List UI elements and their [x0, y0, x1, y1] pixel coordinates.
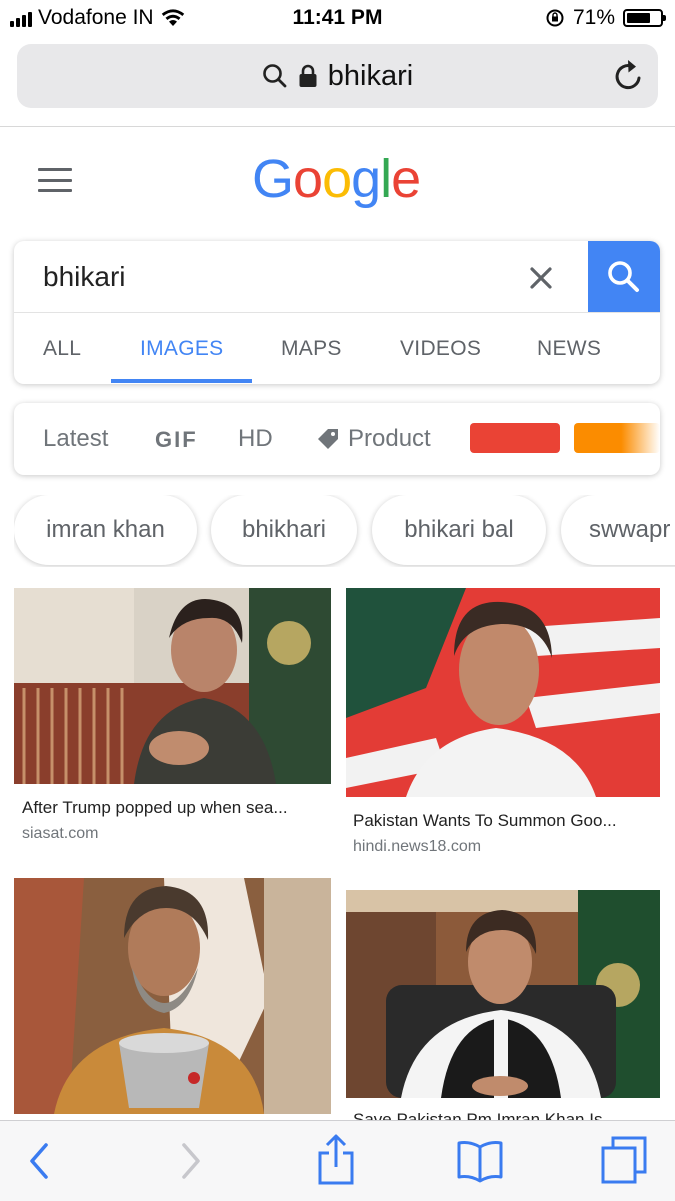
address-bar-content: bhikari — [17, 44, 658, 108]
logo-letter: l — [380, 149, 392, 209]
status-right: 71% — [545, 6, 666, 30]
lock-icon — [299, 64, 317, 87]
reload-icon[interactable] — [612, 58, 646, 94]
logo-letter: e — [391, 149, 421, 209]
logo-letter: G — [252, 149, 294, 209]
orientation-lock-icon — [546, 9, 564, 27]
tabs-icon[interactable] — [600, 1135, 648, 1185]
color-filter-orange[interactable] — [574, 423, 660, 453]
share-icon[interactable] — [316, 1133, 356, 1187]
suggestion-chip[interactable]: imran khan — [14, 495, 197, 565]
browser-address-area: bhikari — [0, 38, 675, 127]
browser-toolbar — [0, 1120, 675, 1201]
battery-icon — [623, 9, 666, 27]
filter-product[interactable]: Product — [316, 425, 431, 453]
result-image[interactable] — [14, 588, 331, 784]
result-source: siasat.com — [22, 825, 99, 842]
filter-bar: Latest GIF HD Product — [14, 403, 660, 475]
tab-news[interactable]: NEWS — [537, 337, 601, 361]
search-icon — [262, 64, 287, 88]
result-image[interactable] — [346, 890, 660, 1098]
filter-gif[interactable]: GIF — [155, 427, 198, 453]
tab-images[interactable]: IMAGES — [140, 337, 223, 361]
filter-hd[interactable]: HD — [238, 425, 273, 453]
status-bar: Vodafone IN 11:41 PM 71% — [0, 0, 675, 38]
filter-latest[interactable]: Latest — [43, 425, 108, 453]
image-result[interactable]: After Trump popped up when sea... siasat… — [14, 588, 331, 850]
result-image[interactable] — [346, 588, 660, 797]
result-title[interactable]: After Trump popped up when sea... — [22, 798, 288, 818]
image-result[interactable]: Save Pakistan Pm Imran Khan Is — [346, 890, 660, 1129]
suggestion-chips: imran khan bhikhari bhikari bal swwapr — [14, 495, 675, 567]
tab-all[interactable]: ALL — [43, 337, 81, 361]
suggestion-chip[interactable]: bhikhari — [211, 495, 357, 565]
forward-icon[interactable] — [176, 1139, 206, 1183]
search-row: bhikari — [14, 241, 660, 313]
result-source: hindi.news18.com — [353, 838, 482, 855]
logo-letter: g — [351, 149, 381, 209]
search-icon — [608, 260, 639, 292]
tag-icon — [318, 429, 338, 449]
logo-letter: o — [293, 149, 323, 209]
battery-percent: 71% — [572, 6, 615, 29]
suggestion-chip[interactable]: bhikari bal — [372, 495, 546, 565]
logo-letter: o — [322, 149, 352, 209]
back-icon[interactable] — [24, 1139, 54, 1183]
search-button[interactable] — [588, 241, 660, 312]
suggestion-chip[interactable]: swwapr — [561, 495, 675, 565]
hamburger-menu-icon[interactable] — [38, 168, 72, 192]
active-tab-indicator — [111, 379, 252, 383]
battery-fill — [627, 13, 650, 23]
search-input[interactable]: bhikari — [43, 261, 125, 293]
color-filter-red[interactable] — [470, 423, 560, 453]
clear-icon[interactable] — [526, 263, 556, 293]
filter-product-label: Product — [348, 425, 431, 452]
tab-maps[interactable]: MAPS — [281, 337, 342, 361]
result-image[interactable] — [14, 878, 331, 1114]
address-bar[interactable]: bhikari — [17, 44, 658, 108]
search-tabs: ALL IMAGES MAPS VIDEOS NEWS — [14, 313, 660, 384]
bookmarks-icon[interactable] — [456, 1139, 504, 1183]
tab-videos[interactable]: VIDEOS — [400, 337, 481, 361]
image-result[interactable]: Pakistan Wants To Summon Goo... hindi.ne… — [346, 588, 660, 863]
url-text: bhikari — [327, 59, 414, 92]
result-title[interactable]: Pakistan Wants To Summon Goo... — [353, 811, 617, 831]
google-logo[interactable]: Google — [252, 148, 421, 210]
search-card: bhikari ALL IMAGES MAPS VIDEOS NEWS — [14, 241, 660, 384]
image-result[interactable] — [14, 878, 331, 1114]
